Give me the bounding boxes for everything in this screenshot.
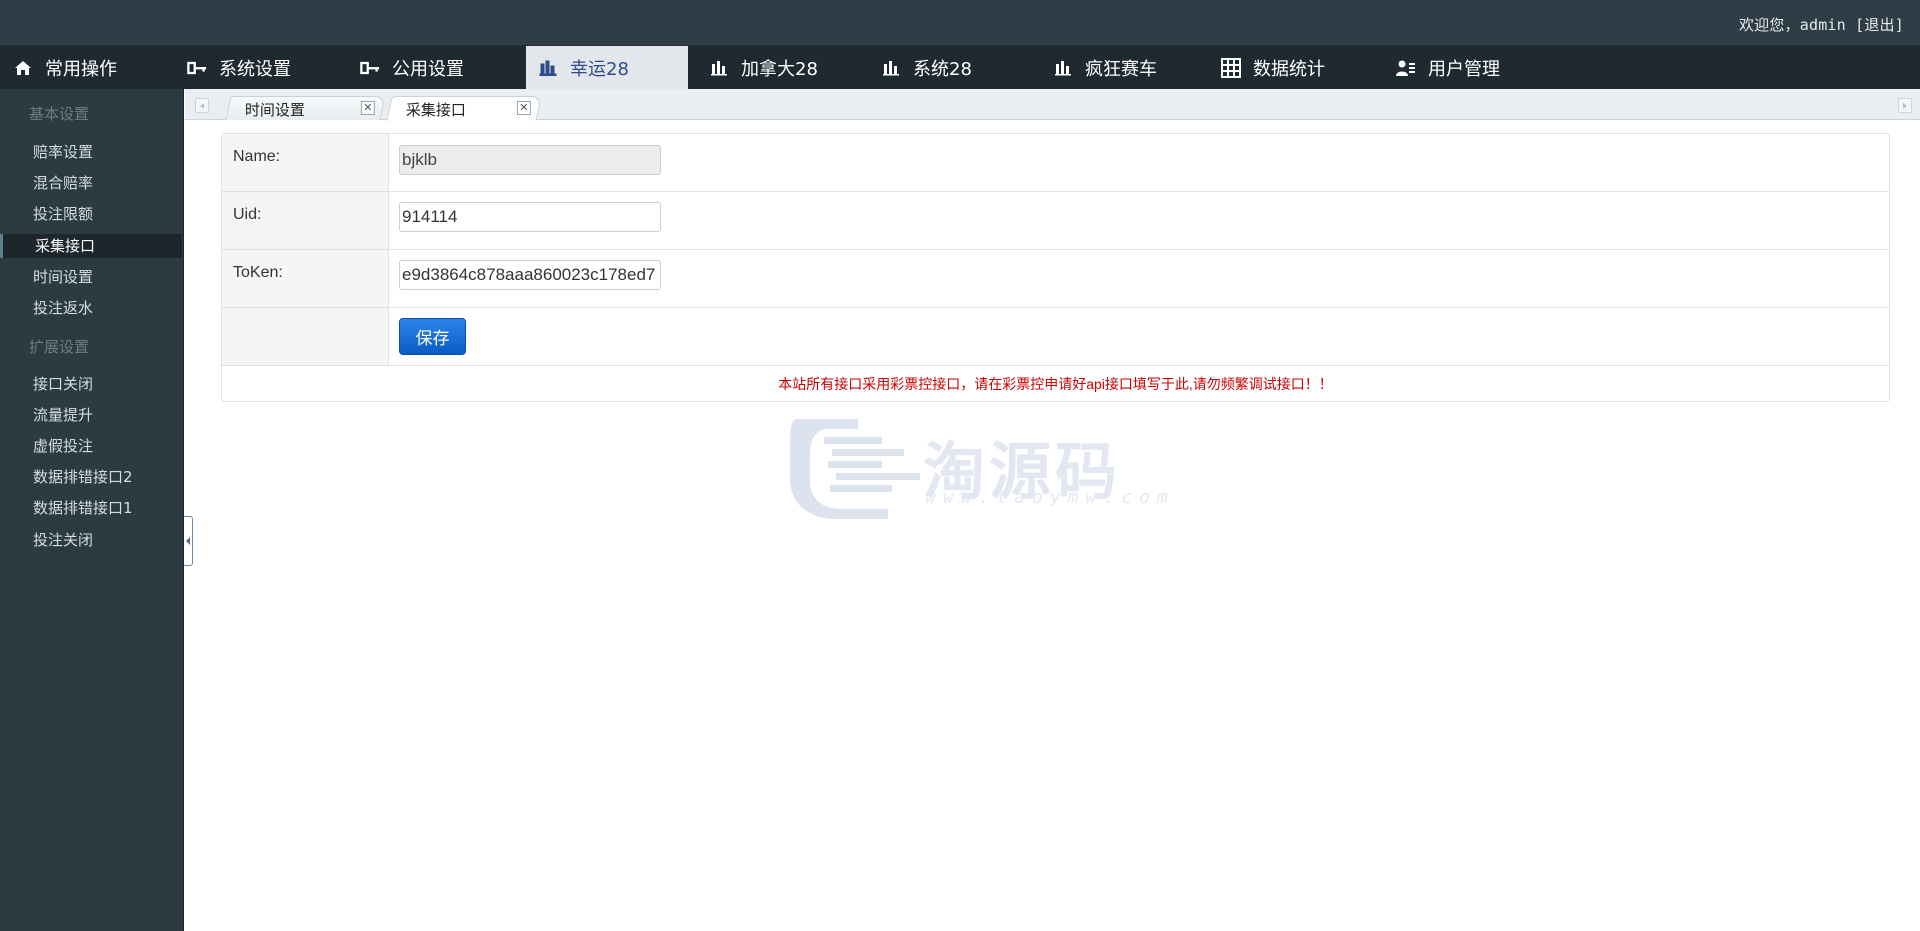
sidebar-item-odds-settings[interactable]: 赔率设置 [0, 140, 182, 164]
sidebar-item-debug-api-2[interactable]: 数据排错接口2 [0, 465, 182, 489]
save-button[interactable]: 保存 [399, 318, 466, 355]
arrow-right-icon [1903, 102, 1907, 109]
nav-item-data-stats[interactable]: 数据统计 [1221, 46, 1381, 89]
sidebar-item-bet-close[interactable]: 投注关闭 [0, 528, 182, 552]
nav-label: 疯狂赛车 [1085, 58, 1157, 80]
nav-label: 数据统计 [1253, 58, 1325, 80]
sidebar-item-mixed-odds[interactable]: 混合赔率 [0, 171, 182, 195]
form-row-uid: Uid: [222, 192, 1889, 250]
sidebar-item-collect-api[interactable]: 采集接口 [0, 234, 182, 258]
uid-label: Uid: [233, 206, 262, 223]
close-icon[interactable]: ✕ [516, 101, 531, 115]
sidebar-collapse-handle[interactable] [184, 516, 193, 566]
nav-item-public-settings[interactable]: 公用设置 [360, 46, 520, 89]
chevron-left-icon [186, 537, 190, 545]
grid-icon [1221, 57, 1241, 78]
nav-label: 公用设置 [392, 58, 464, 80]
nav-label: 系统28 [913, 58, 972, 80]
key-icon [187, 58, 207, 78]
arrow-left-icon [200, 102, 204, 109]
welcome-area: 欢迎您，admin [退出] [1739, 14, 1904, 35]
form-row-name: Name: [222, 134, 1889, 192]
name-field[interactable] [399, 145, 661, 175]
tab-scroll-right-button[interactable] [1898, 98, 1912, 113]
form-row-actions: 保存 [222, 308, 1889, 366]
sidebar-item-debug-api-1[interactable]: 数据排错接口1 [0, 496, 182, 520]
home-icon [13, 58, 33, 78]
nav-item-user-management[interactable]: 用户管理 [1396, 46, 1556, 89]
uid-field[interactable] [399, 202, 661, 232]
sidebar-item-time-settings[interactable]: 时间设置 [0, 265, 182, 289]
watermark-url: www.taoymw.com [925, 487, 1175, 508]
sidebar-item-bet-limit[interactable]: 投注限额 [0, 202, 182, 226]
nav-item-crazy-racing[interactable]: 疯狂赛车 [1053, 46, 1213, 89]
watermark: 淘源码 www.taoymw.com [788, 415, 1168, 521]
sidebar: 基本设置 赔率设置 混合赔率 投注限额 采集接口 时间设置 投注返水 扩展设置 … [0, 89, 184, 931]
nav-item-common[interactable]: 常用操作 [13, 46, 173, 89]
sidebar-group-title: 基本设置 [29, 105, 90, 123]
token-label: ToKen: [233, 264, 283, 281]
close-icon[interactable]: ✕ [360, 101, 375, 115]
bar-chart-icon [1053, 58, 1073, 78]
sidebar-item-traffic-boost[interactable]: 流量提升 [0, 403, 182, 427]
welcome-text: 欢迎您，admin [1738, 16, 1856, 34]
top-bar: 欢迎您，admin [退出] [0, 0, 1920, 46]
nav-label: 常用操作 [45, 58, 117, 80]
nav-item-lucky28[interactable]: 幸运28 [526, 46, 688, 89]
tab-collect-api[interactable]: 采集接口 ✕ [386, 96, 542, 121]
name-label: Name: [233, 148, 281, 165]
nav-item-system28[interactable]: 系统28 [881, 46, 1041, 89]
nav-label: 幸运28 [570, 58, 629, 80]
tab-label: 时间设置 [244, 101, 305, 119]
nav-item-system-settings[interactable]: 系统设置 [187, 46, 347, 89]
tab-scroll-left-button[interactable] [195, 98, 209, 113]
main-nav: 常用操作 系统设置 公用设置 幸运28 加拿大28 系统28 疯狂赛车 数据统计… [0, 46, 1920, 89]
user-list-icon [1396, 58, 1416, 78]
tab-strip: 时间设置 ✕ 采集接口 ✕ [185, 89, 1920, 121]
nav-item-canada28[interactable]: 加拿大28 [709, 46, 869, 89]
api-notice-text: 本站所有接口采用彩票控接口，请在彩票控申请好api接口填写于此,请勿频繁调试接口… [778, 376, 1333, 392]
sidebar-group-title: 扩展设置 [29, 338, 90, 356]
token-field[interactable] [399, 260, 661, 290]
sidebar-item-api-close[interactable]: 接口关闭 [0, 372, 182, 396]
nav-label: 加拿大28 [741, 58, 818, 80]
sidebar-item-bet-rebate[interactable]: 投注返水 [0, 296, 182, 320]
bar-chart-icon [709, 58, 729, 78]
bar-chart-icon [538, 58, 558, 78]
logout-link[interactable]: [退出] [1855, 16, 1904, 34]
watermark-logo-icon [790, 419, 920, 519]
nav-label: 用户管理 [1428, 58, 1500, 80]
form-row-token: ToKen: [222, 250, 1889, 308]
key-icon [360, 58, 380, 78]
tab-time-settings[interactable]: 时间设置 ✕ [225, 96, 386, 120]
collect-api-form: Name: Uid: ToKen: 保存 本站所有接口采用彩票控接口，请在彩票控… [221, 133, 1890, 402]
nav-label: 系统设置 [219, 58, 291, 80]
sidebar-item-fake-bet[interactable]: 虚假投注 [0, 434, 182, 458]
bar-chart-icon [881, 58, 901, 78]
tab-label: 采集接口 [405, 101, 466, 119]
